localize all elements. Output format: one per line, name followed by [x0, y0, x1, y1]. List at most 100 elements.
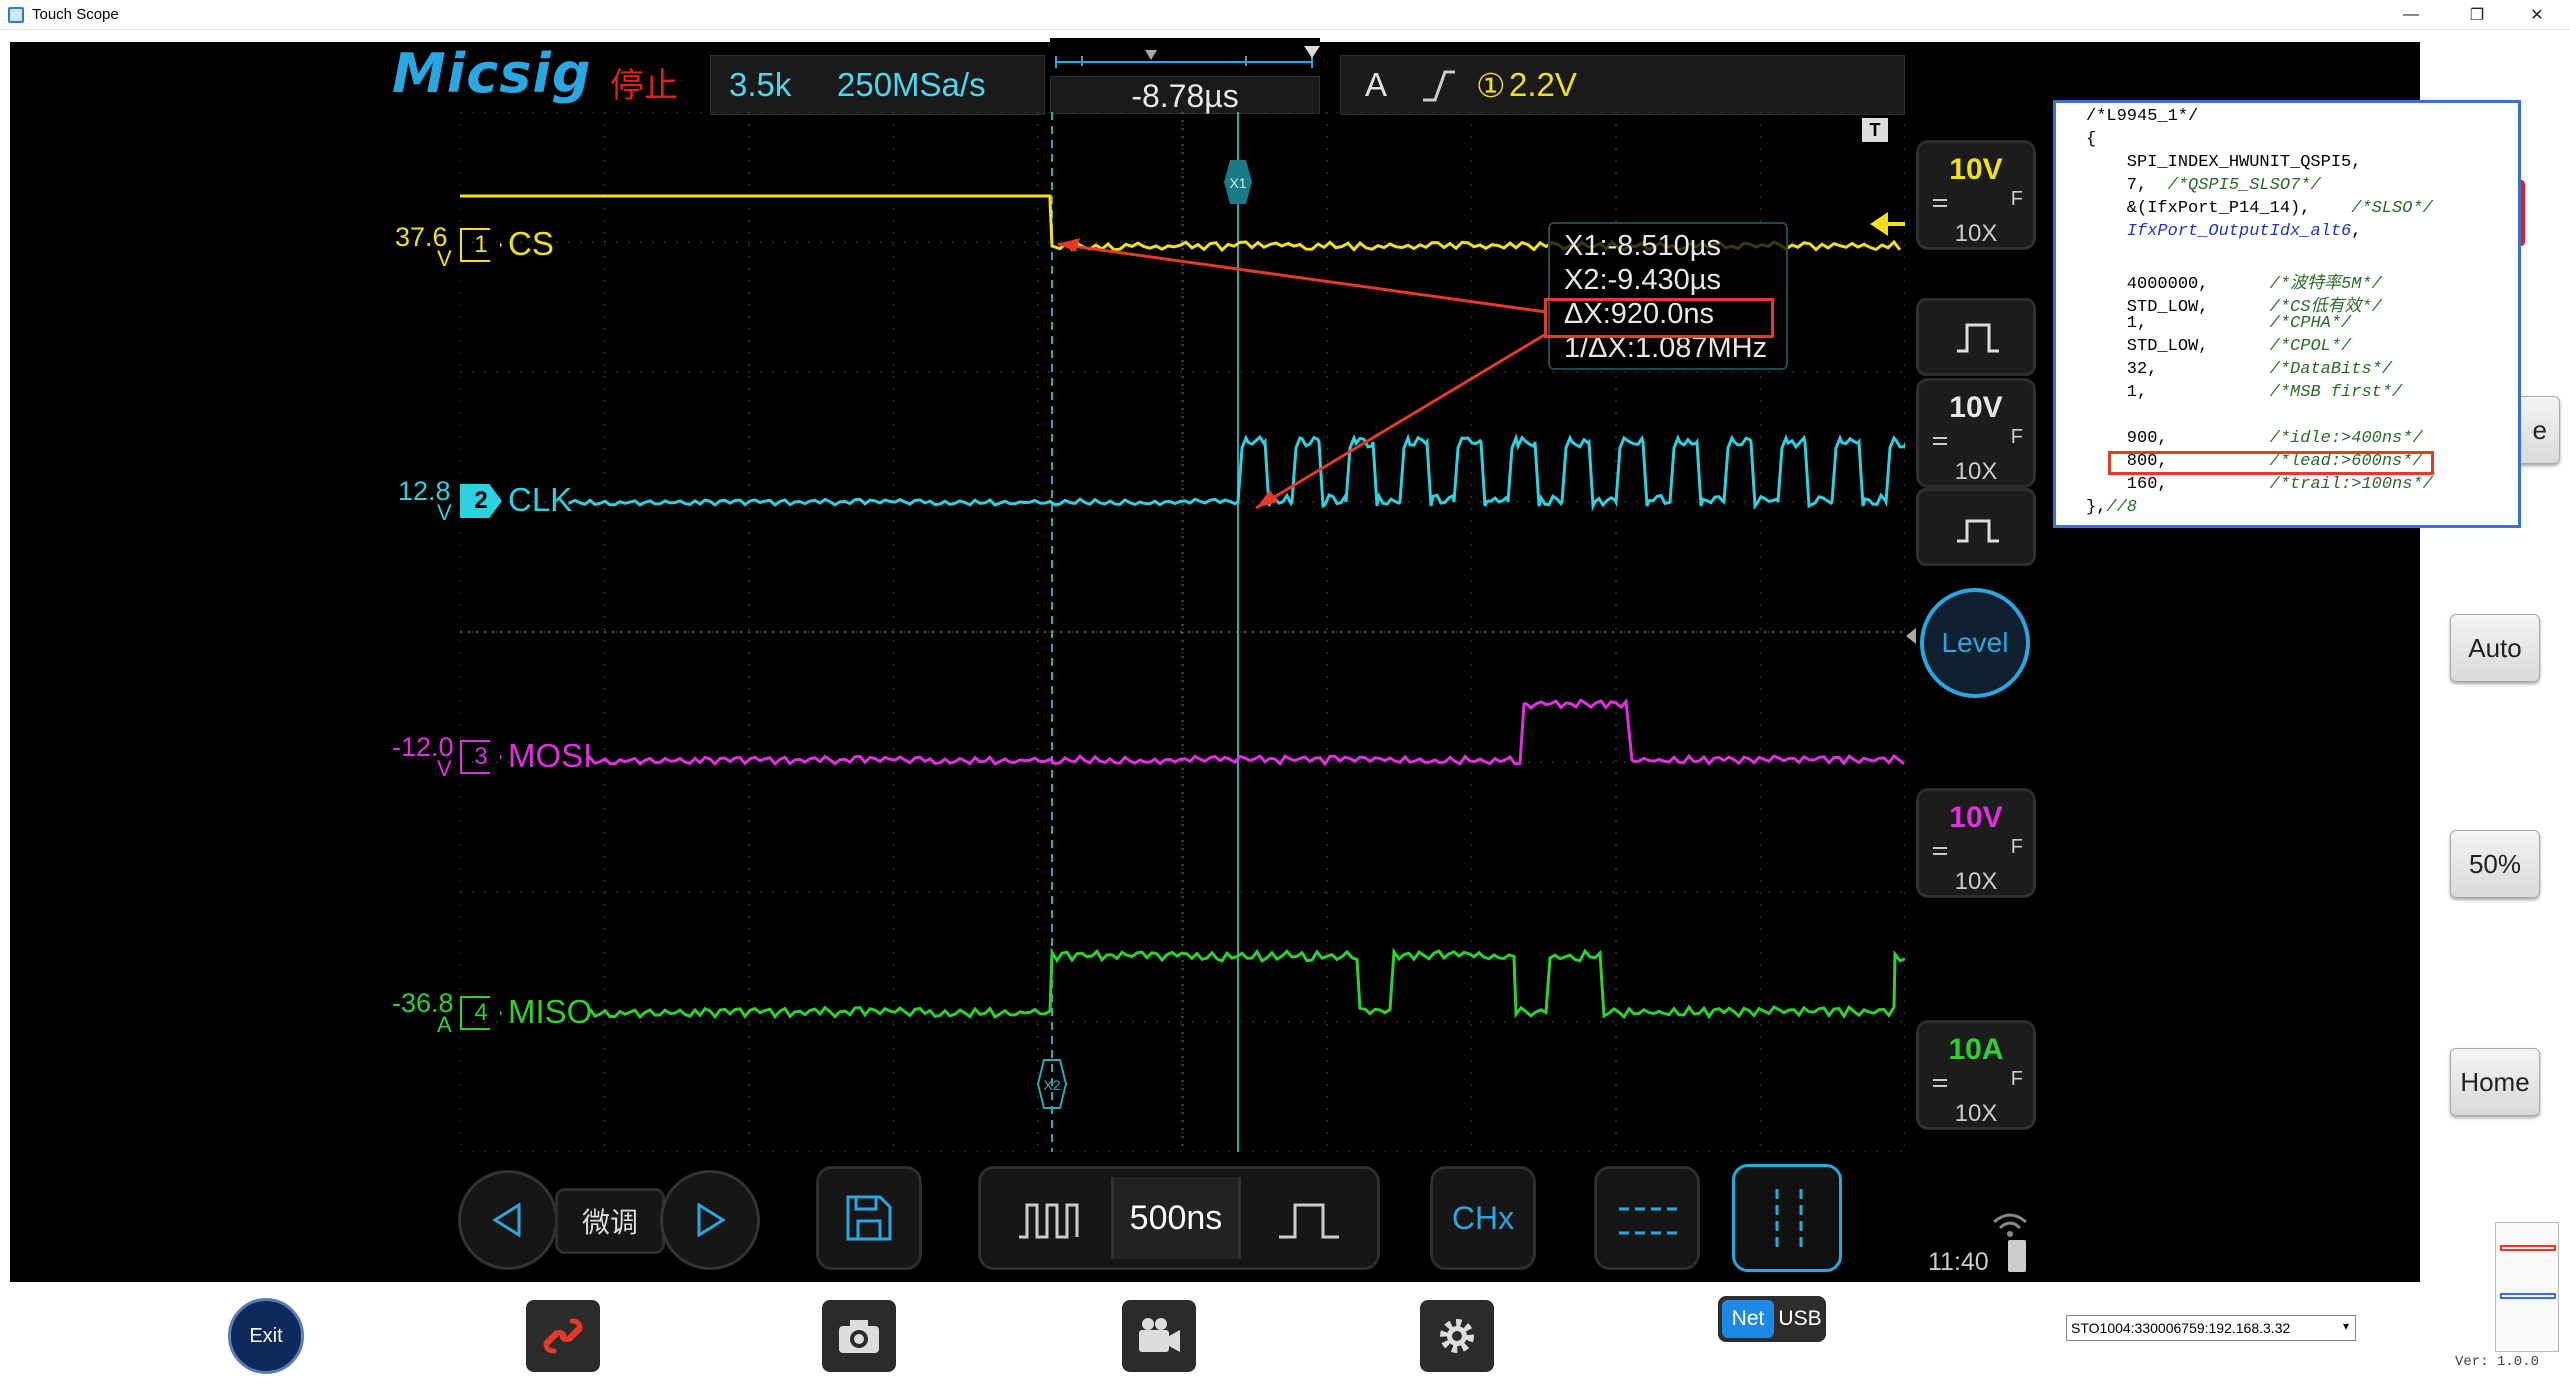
cursor-x2-label: X2	[1043, 1077, 1060, 1093]
code-text: ,	[2351, 222, 2362, 241]
ch4-probe: 10X	[1954, 1100, 1998, 1127]
timebase-control[interactable]: 500ns	[978, 1166, 1380, 1270]
code-comment: /*CPOL*/	[2269, 337, 2352, 356]
move-left-button[interactable]	[458, 1170, 558, 1270]
window-title: Touch Scope	[32, 6, 119, 23]
ch3-name: MOSI	[508, 737, 593, 774]
code-comment: /*QSPI5_SLSO7*/	[2167, 176, 2321, 195]
thumbnail-preview[interactable]	[2495, 1222, 2559, 1352]
clock: 11:40	[1928, 1248, 1989, 1276]
compress-time-icon	[1019, 1203, 1079, 1239]
thumbnail-highlight	[2500, 1293, 2556, 1299]
trigger-info[interactable]: A ① 2.2V	[1340, 55, 1905, 115]
code-line: STD_LOW, /*CPOL*/	[2086, 337, 2351, 356]
close-button[interactable]: ✕	[2508, 0, 2566, 30]
exit-button[interactable]: Exit	[228, 1298, 304, 1374]
connection-mode-toggle[interactable]: Net USB	[1718, 1296, 1826, 1342]
horizontal-cursor-button[interactable]	[1594, 1166, 1700, 1270]
wifi-icon	[1993, 1213, 2027, 1237]
code-text: 1,	[2086, 314, 2270, 333]
ch2-scale-button[interactable]: 10V F 10X	[1916, 378, 2036, 488]
save-icon	[846, 1195, 892, 1241]
ch1-unit: V	[437, 246, 452, 271]
ch4-scale-button[interactable]: 10A F 10X	[1916, 1020, 2036, 1130]
code-comment: /*trail:>100ns*/	[2269, 475, 2433, 494]
trigger-level: 2.2V	[1509, 66, 1577, 103]
ch3-unit: V	[437, 756, 452, 781]
level-arrow-icon	[1906, 628, 1916, 644]
ch3-waveform	[588, 698, 1905, 767]
dc-coupling-icon	[1933, 437, 1947, 445]
fifty-percent-button[interactable]: 50%	[2450, 830, 2540, 898]
timebase-value: 500ns	[1111, 1177, 1241, 1259]
lead-highlight-box	[2108, 451, 2434, 475]
auto-button[interactable]: Auto	[2450, 614, 2540, 682]
trigger-mode: A	[1365, 66, 1388, 103]
level-knob[interactable]: Level	[1920, 588, 2030, 698]
delta-highlight-box	[1544, 298, 1774, 338]
triangle-left-icon	[492, 1203, 521, 1237]
code-text: &(IfxPort_P14_14),	[2086, 199, 2352, 218]
fine-tune-button[interactable]: 微调	[555, 1188, 665, 1254]
screenshot-button[interactable]	[822, 1300, 896, 1372]
time-position-box[interactable]: -8.78µs	[1050, 38, 1320, 114]
triangle-right-icon	[697, 1203, 726, 1237]
connect-button[interactable]	[526, 1300, 600, 1372]
dc-coupling-icon	[1933, 1079, 1947, 1087]
code-line: /*L9945_1*/	[2086, 107, 2198, 126]
trigger-channel: ①	[1476, 67, 1506, 104]
restore-button[interactable]: ❐	[2448, 0, 2506, 30]
ch3-coupling: F	[2010, 836, 2023, 858]
usb-option[interactable]: USB	[1776, 1300, 1824, 1338]
record-button[interactable]	[1122, 1300, 1196, 1372]
settings-button[interactable]	[1420, 1300, 1494, 1372]
ch4-scale: 10A	[1948, 1033, 2004, 1066]
gear-icon	[1440, 1319, 1474, 1353]
minimize-button[interactable]: —	[2382, 0, 2440, 30]
code-comment: /*MSB first*/	[2269, 383, 2403, 402]
ch2-pulse-down-button[interactable]	[1916, 488, 2036, 566]
chx-button[interactable]: CHx	[1430, 1166, 1536, 1270]
home-button[interactable]: Home	[2450, 1048, 2540, 1116]
code-text: /*L9945_1*/	[2086, 107, 2199, 126]
move-right-button[interactable]	[660, 1170, 760, 1270]
code-line: 160, /*trail:>100ns*/	[2086, 475, 2433, 494]
save-button[interactable]	[816, 1166, 922, 1270]
code-text: },	[2086, 498, 2107, 517]
ch3-probe: 10X	[1954, 868, 1998, 895]
code-text: 1,	[2086, 383, 2270, 402]
trigger-marker[interactable]: T	[1862, 118, 1888, 142]
code-text: STD_LOW,	[2086, 337, 2270, 356]
ch1-scale-button[interactable]: 10V F 10X	[1916, 140, 2036, 250]
thumbnail-highlight	[2500, 1245, 2556, 1251]
ch2-pulse-up-button[interactable]	[1916, 298, 2036, 376]
vertical-cursor-button[interactable]	[1732, 1164, 1842, 1272]
ch1-scale: 10V	[1949, 153, 2003, 186]
horizontal-cursor-icon	[1619, 1207, 1681, 1235]
code-text: 7,	[2086, 176, 2168, 195]
link-icon	[543, 1318, 583, 1354]
code-comment: /*DataBits*/	[2269, 360, 2393, 379]
time-position: -8.78µs	[1050, 76, 1320, 114]
code-line: 1, /*MSB first*/	[2086, 383, 2402, 402]
code-text: SPI_INDEX_HWUNIT_QSPI5,	[2086, 153, 2362, 172]
net-option[interactable]: Net	[1722, 1300, 1774, 1338]
acquisition-info[interactable]: 3.5k 250MSa/s	[710, 55, 1045, 115]
annotation-arrow	[1057, 242, 1547, 314]
code-line: 32, /*DataBits*/	[2086, 360, 2392, 379]
code-comment: /*CPHA*/	[2269, 314, 2352, 333]
vertical-cursor-icon	[1775, 1189, 1803, 1251]
ch1-name: CS	[508, 225, 554, 262]
ch2-coupling: F	[2010, 426, 2023, 448]
ch2-unit: V	[437, 500, 452, 525]
device-select[interactable]: STO1004:330006759:192.168.3.32 ▾	[2066, 1315, 2356, 1341]
run-status[interactable]: 停止	[610, 58, 678, 107]
sample-rate: 250MSa/s	[837, 66, 986, 103]
cursor-measurements[interactable]: X1:-8.510µs X2:-9.430µs ΔX:920.0ns 1/ΔX:…	[1548, 222, 1788, 370]
ch2-scale: 10V	[1949, 391, 2003, 424]
code-text: {	[2086, 130, 2097, 149]
ch4-name: MISO	[508, 993, 593, 1030]
annotation-arrowhead	[1058, 238, 1080, 252]
ch3-scale-button[interactable]: 10V F 10X	[1916, 788, 2036, 898]
